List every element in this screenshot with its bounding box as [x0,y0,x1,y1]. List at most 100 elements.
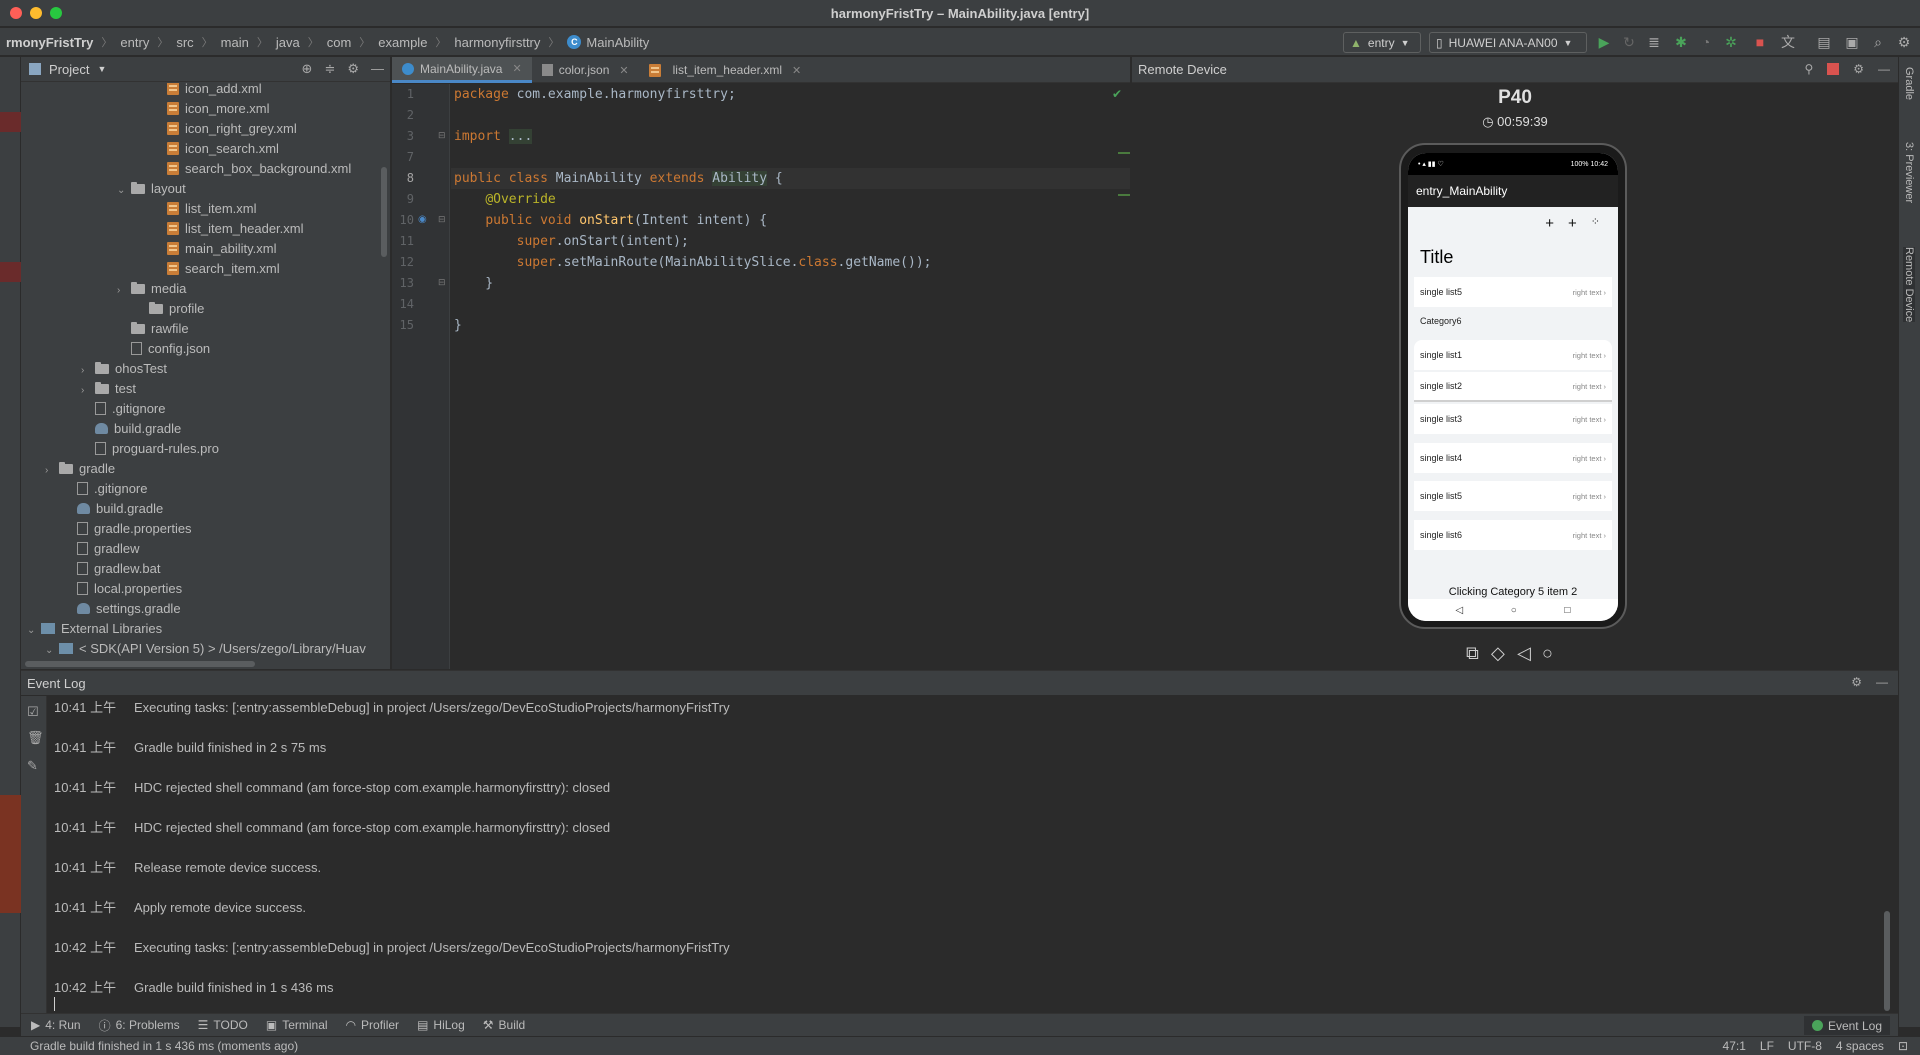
list-item[interactable]: single list3 right text › [1414,404,1612,434]
trash-icon[interactable]: 🗑 [27,730,44,746]
breadcrumb-class[interactable]: MainAbility [586,35,649,50]
tree-item[interactable]: search_box_background.xml [21,159,390,179]
breadcrumb-package[interactable]: harmonyfirsttry [454,35,540,50]
terminal-tool-button[interactable]: ▣ Terminal [266,1018,328,1032]
stop-icon[interactable]: ■ [1752,34,1768,50]
more-icon[interactable]: ⁘ [1591,215,1600,232]
add-icon[interactable]: + [1568,215,1577,232]
profile-icon[interactable]: ◔ [1698,34,1714,50]
tree-item[interactable]: › gradle [21,459,390,479]
fold-icon[interactable]: ⊟ [438,277,446,288]
breadcrumb-entry[interactable]: entry [120,35,149,50]
cursor-position[interactable]: 47:1 [1723,1039,1746,1053]
close-icon[interactable]: ✕ [619,64,628,77]
chevron-right-icon[interactable]: › [81,361,95,381]
chevron-right-icon[interactable]: › [81,381,95,401]
list-item[interactable]: single list4 right text › [1414,443,1612,473]
tree-item[interactable]: build.gradle [21,499,390,519]
rotate-icon[interactable]: ⧉ [1466,643,1479,664]
gradle-tool-tab[interactable]: Gradle [1903,67,1915,100]
tree-item[interactable]: › media [21,279,390,299]
gear-icon[interactable]: ⚙ [347,61,359,77]
lock-icon[interactable]: ⊡ [1898,1039,1908,1053]
tree-horizontal-scrollbar[interactable] [25,661,255,667]
tree-item[interactable]: ⌄ < SDK(API Version 5) > /Users/zego/Libr… [21,639,390,657]
override-marker-icon[interactable]: ◉ [418,214,427,225]
phone-screen[interactable]: • ▴ ▮▮ ♡ 100% 10:42 entry_MainAbility + … [1408,153,1618,621]
indent-setting[interactable]: 4 spaces [1836,1039,1884,1053]
mark-read-icon[interactable]: ☑ [27,704,39,720]
fold-icon[interactable]: ⊟ [438,214,446,225]
list-item[interactable]: single list5 right text › [1414,481,1612,511]
back-icon[interactable]: ◁ [1456,605,1464,616]
build-tool-button[interactable]: ⚒ Build [483,1018,525,1032]
line-separator[interactable]: LF [1760,1039,1774,1053]
list-item[interactable]: single list1 right text › [1414,340,1612,370]
breadcrumb-project[interactable]: rmonyFristTry [6,35,93,50]
settings-icon[interactable]: ⚙ [1896,34,1912,50]
home-icon[interactable]: ○ [1542,643,1553,664]
translate-icon[interactable]: 文 [1780,34,1796,50]
event-log-tool-button[interactable]: Event Log [1803,1016,1890,1035]
tree-item[interactable]: list_item_header.xml [21,219,390,239]
tree-item[interactable]: settings.gradle [21,599,390,619]
inspection-ok-icon[interactable]: ✔ [1112,87,1122,101]
module-select[interactable]: ▲ entry ▼ [1343,32,1421,53]
close-icon[interactable]: ✕ [792,64,801,77]
gear-icon[interactable]: ⚙ [1851,675,1862,689]
tree-item[interactable]: rawfile [21,319,390,339]
pin-icon[interactable]: ⚲ [1804,62,1813,76]
tree-item[interactable]: profile [21,299,390,319]
chevron-down-icon[interactable]: ⌄ [27,621,41,641]
search-icon[interactable]: ⌕ [1870,34,1886,50]
tree-item[interactable]: gradle.properties [21,519,390,539]
layout-icon[interactable]: ▣ [1844,34,1860,50]
tree-item[interactable]: main_ability.xml [21,239,390,259]
file-encoding[interactable]: UTF-8 [1788,1039,1822,1053]
wrench-icon[interactable]: ✎ [27,758,38,774]
eraser-icon[interactable]: ◇ [1491,643,1505,664]
tree-item[interactable]: › test [21,379,390,399]
run-tool-button[interactable]: ▶ 4: Run [31,1018,81,1032]
previewer-tool-tab[interactable]: 3: Previewer [1903,142,1915,203]
chevron-down-icon[interactable]: ▼ [97,64,106,74]
code-editor[interactable]: package com.example.harmonyfirsttry; imp… [451,84,1130,669]
tree-item[interactable]: search_item.xml [21,259,390,279]
tab-color-json[interactable]: color.json ✕ [532,57,639,83]
tree-item[interactable]: ⌄ External Libraries [21,619,390,639]
add-icon[interactable]: + [1545,215,1554,232]
debug-icon[interactable]: ✱ [1673,34,1689,50]
tree-item[interactable]: icon_search.xml [21,139,390,159]
hilog-tool-button[interactable]: ▤ HiLog [417,1018,465,1032]
tree-item[interactable]: local.properties [21,579,390,599]
tree-item[interactable]: icon_add.xml [21,83,390,99]
tab-list-item-header[interactable]: list_item_header.xml ✕ [639,57,812,83]
project-title[interactable]: Project [49,62,89,77]
tree-item[interactable]: build.gradle [21,419,390,439]
folder-icon[interactable]: ▤ [1816,34,1832,50]
chevron-down-icon[interactable]: ⌄ [117,181,131,201]
coverage-icon[interactable]: ≣ [1646,34,1662,50]
tree-item[interactable]: .gitignore [21,479,390,499]
tree-item[interactable]: gradlew [21,539,390,559]
home-icon[interactable]: ○ [1511,605,1517,616]
profiler-tool-button[interactable]: ◠ Profiler [346,1018,400,1032]
tree-item[interactable]: › ohosTest [21,359,390,379]
breadcrumb-java[interactable]: java [276,35,300,50]
remote-device-tool-tab[interactable]: Remote Device [1903,247,1915,323]
run-icon[interactable]: ▶ [1596,34,1612,50]
tree-item[interactable]: icon_right_grey.xml [21,119,390,139]
back-icon[interactable]: ◁ [1517,643,1531,664]
fold-icon[interactable]: ⊟ [438,130,446,141]
tree-item[interactable]: list_item.xml [21,199,390,219]
rerun-icon[interactable]: ↻ [1621,34,1637,50]
list-item[interactable]: single list6 right text › [1414,520,1612,550]
chevron-right-icon[interactable]: › [117,281,131,301]
event-log-scrollbar[interactable] [1884,911,1890,1011]
todo-tool-button[interactable]: ☰ TODO [198,1018,248,1032]
list-item[interactable]: single list2 right text › [1414,372,1612,402]
attach-icon[interactable]: ✲ [1723,34,1739,50]
collapse-icon[interactable]: ≑ [324,61,335,77]
chevron-down-icon[interactable]: ⌄ [45,641,59,657]
breadcrumb-main[interactable]: main [221,35,249,50]
